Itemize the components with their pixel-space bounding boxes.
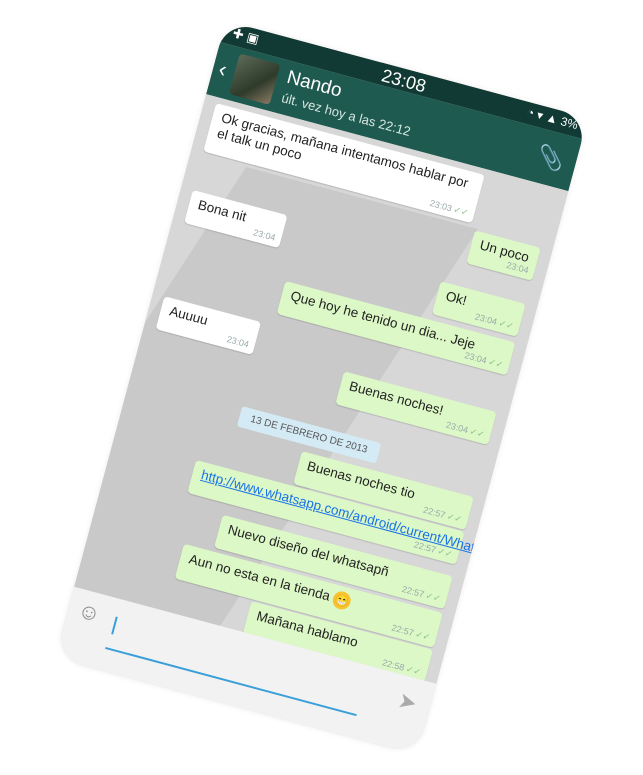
message-bubble: Bona nit 23:04 xyxy=(184,189,288,249)
chat-area[interactable]: Ok gracias, mañana intentamos hablar por… xyxy=(74,94,569,684)
message-text: Ok! xyxy=(444,288,469,309)
message-meta: 23:04✓✓ xyxy=(463,350,505,371)
message-meta: 23:04 xyxy=(252,227,277,243)
grinning-emoji-icon: 😁 xyxy=(331,589,354,612)
message-meta: 23:04 xyxy=(225,334,251,350)
phone-screen: ✚ ▣ 23:08 ◔ ▾ ▲ 3% ‹ Nando últ. vez hoy … xyxy=(54,20,589,756)
message-meta: 23:03✓✓ xyxy=(428,197,470,218)
back-icon[interactable]: ‹ xyxy=(216,56,230,83)
message-text: Auuuu xyxy=(167,303,210,328)
message-bubble: Buenas noches! 23:04✓✓ xyxy=(335,371,497,446)
message-text: Buenas noches! xyxy=(347,378,446,418)
message-meta: 23:04✓✓ xyxy=(473,311,515,332)
contact-avatar[interactable] xyxy=(228,53,281,105)
attach-icon[interactable]: 📎 xyxy=(534,142,567,174)
message-bubble: Auuuu 23:04 xyxy=(155,296,261,355)
text-caret xyxy=(111,616,118,635)
emoji-icon[interactable]: ☺ xyxy=(75,597,103,628)
send-icon[interactable]: ➤ xyxy=(395,687,419,717)
message-text: Bona nit xyxy=(196,197,249,225)
message-meta: 23:04✓✓ xyxy=(444,419,486,440)
message-bubble: Un poco 23:04 xyxy=(465,230,541,281)
